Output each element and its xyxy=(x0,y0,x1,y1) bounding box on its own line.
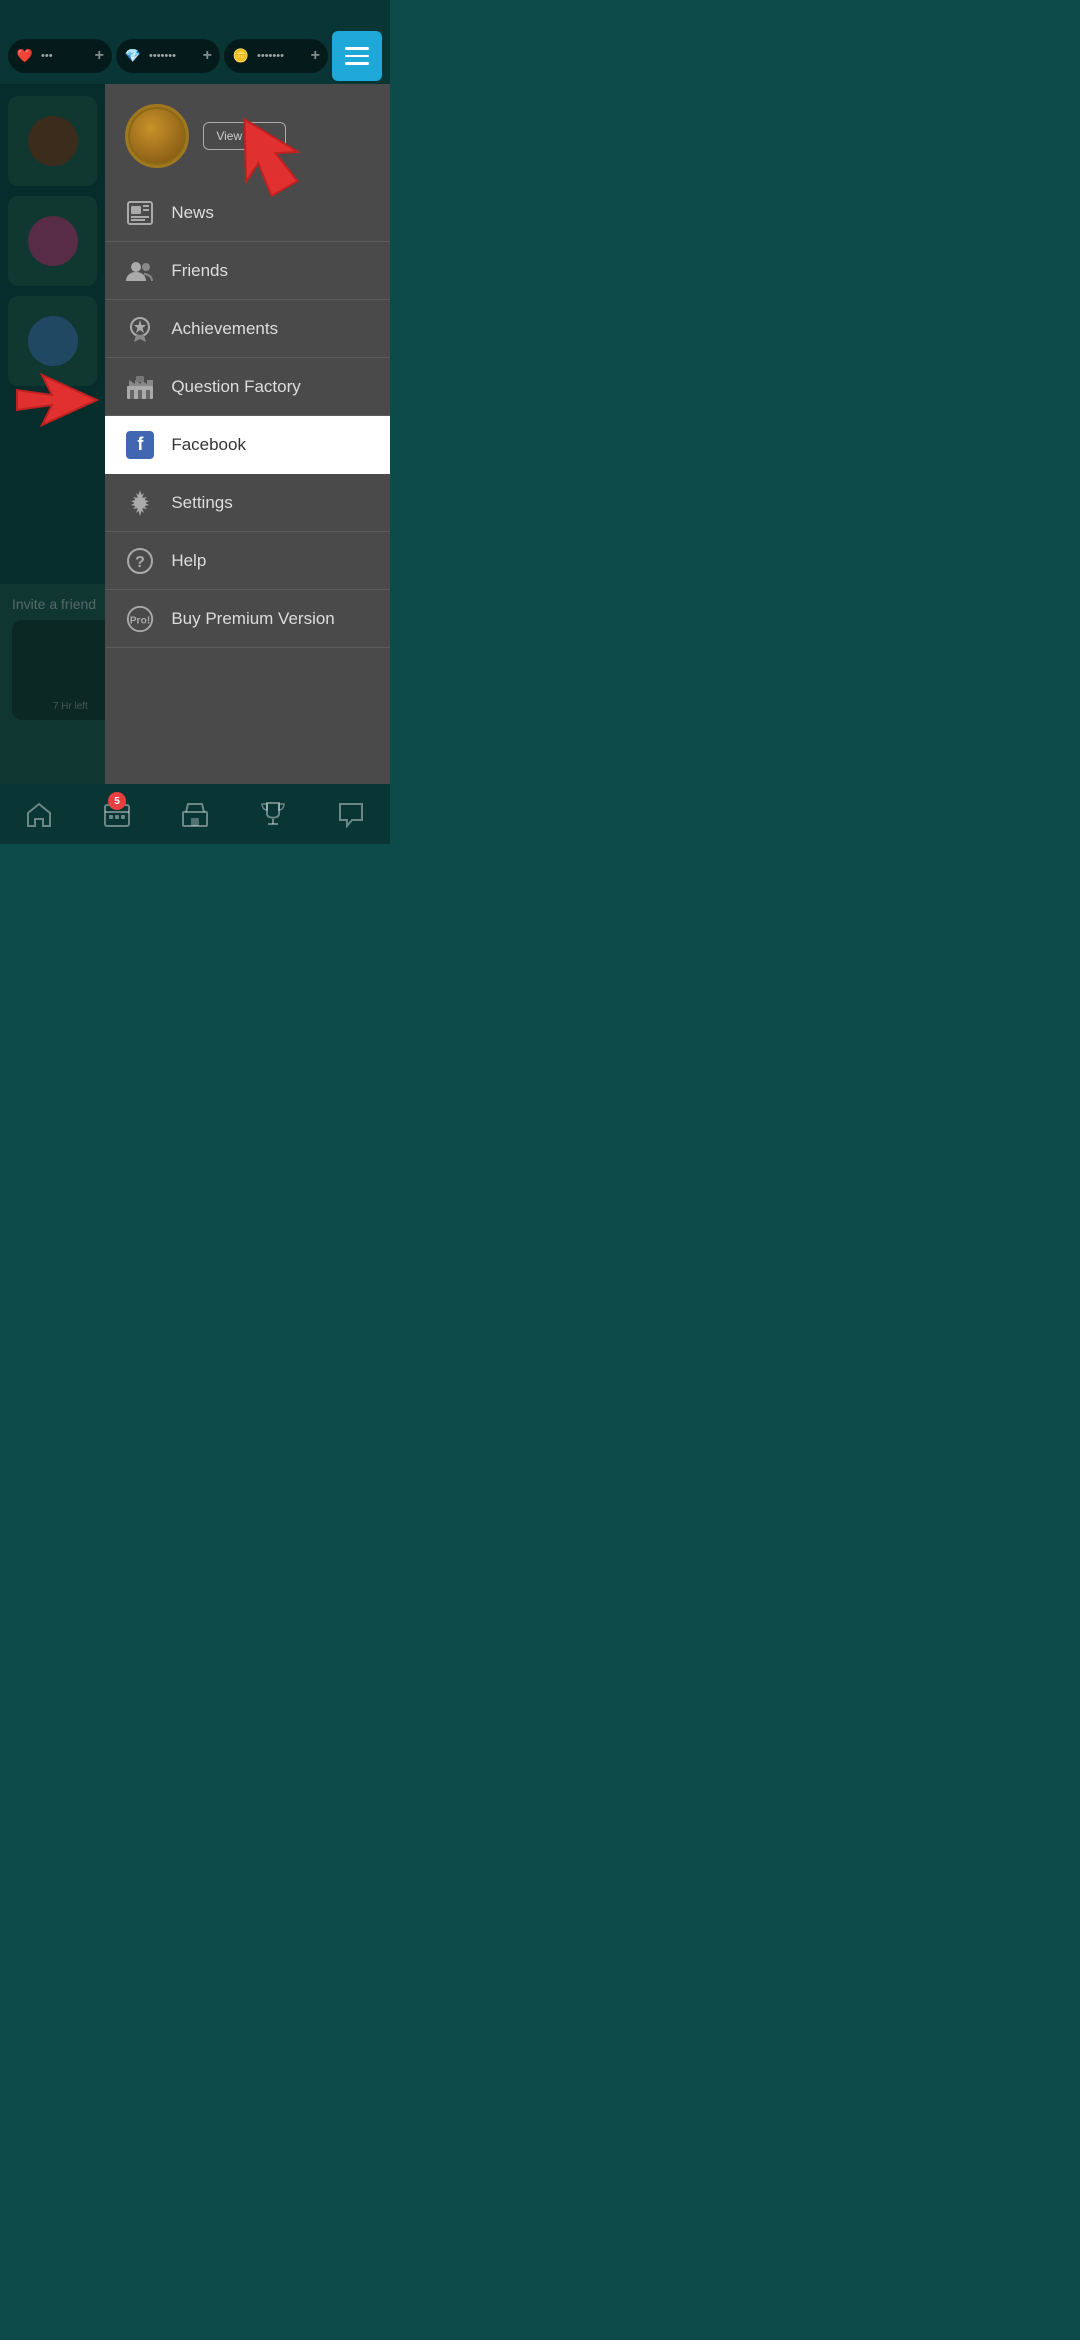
calendar-badge: 5 xyxy=(108,792,126,810)
gems-stat: 💎 ••••••• + xyxy=(116,39,220,73)
coins-stat: 🪙 ••••••• + xyxy=(224,39,328,73)
menu-item-question-factory[interactable]: Question Factory xyxy=(105,358,390,416)
friends-icon xyxy=(125,256,155,286)
gems-add[interactable]: + xyxy=(203,47,212,65)
gems-value: ••••••• xyxy=(149,50,196,62)
help-icon: ? xyxy=(125,546,155,576)
hearts-icon: ❤️ xyxy=(14,45,36,67)
factory-icon xyxy=(125,372,155,402)
bg-circle-1 xyxy=(28,116,78,166)
svg-text:?: ? xyxy=(135,554,145,571)
nav-item-calendar[interactable]: 5 xyxy=(78,784,156,844)
coins-add[interactable]: + xyxy=(311,47,320,65)
bottom-navigation: 5 xyxy=(0,784,390,844)
achievements-label: Achievements xyxy=(171,319,278,339)
friends-label: Friends xyxy=(171,261,228,281)
gems-icon: 💎 xyxy=(122,45,144,67)
settings-icon xyxy=(125,488,155,518)
nav-item-chat[interactable] xyxy=(312,784,390,844)
avatar xyxy=(125,104,189,168)
hearts-value: ••• xyxy=(41,50,88,62)
chat-icon xyxy=(337,800,365,828)
bg-circle-2 xyxy=(28,216,78,266)
status-bar xyxy=(0,0,390,28)
buy-premium-label: Buy Premium Version xyxy=(171,609,334,629)
facebook-icon: f xyxy=(125,430,155,460)
trophy-icon xyxy=(259,800,287,828)
help-label: Help xyxy=(171,551,206,571)
header: ❤️ ••• + 💎 ••••••• + 🪙 ••••••• + xyxy=(0,28,390,84)
home-icon xyxy=(25,800,53,828)
nav-item-home[interactable] xyxy=(0,784,78,844)
menu-item-friends[interactable]: Friends xyxy=(105,242,390,300)
news-icon xyxy=(125,198,155,228)
menu-line-1 xyxy=(345,47,369,50)
coins-value: ••••••• xyxy=(257,50,304,62)
facebook-label: Facebook xyxy=(171,435,246,455)
menu-item-settings[interactable]: Settings xyxy=(105,474,390,532)
hearts-add[interactable]: + xyxy=(95,47,104,65)
nav-item-store[interactable] xyxy=(156,784,234,844)
coins-icon: 🪙 xyxy=(230,45,252,67)
settings-label: Settings xyxy=(171,493,232,513)
menu-item-achievements[interactable]: Achievements xyxy=(105,300,390,358)
store-icon xyxy=(181,800,209,828)
menu-item-facebook[interactable]: f Facebook xyxy=(105,416,390,474)
hamburger-menu-button[interactable] xyxy=(332,31,382,81)
bg-card-1 xyxy=(8,96,97,186)
bg-circle-3 xyxy=(28,316,78,366)
menu-line-3 xyxy=(345,62,369,65)
menu-line-2 xyxy=(345,55,369,58)
menu-item-buy-premium[interactable]: Pro! Buy Premium Version xyxy=(105,590,390,648)
achievements-icon xyxy=(125,314,155,344)
arrow-right-indicator xyxy=(12,370,102,443)
hearts-stat: ❤️ ••• + xyxy=(8,39,112,73)
nav-item-trophy[interactable] xyxy=(234,784,312,844)
avatar-inner xyxy=(130,109,184,163)
premium-icon: Pro! xyxy=(125,604,155,634)
bg-card-2 xyxy=(8,196,97,286)
svg-text:Pro!: Pro! xyxy=(130,615,151,626)
news-label: News xyxy=(171,203,214,223)
menu-item-help[interactable]: ? Help xyxy=(105,532,390,590)
menu-items-list: News Friends Achievements xyxy=(105,184,390,784)
question-factory-label: Question Factory xyxy=(171,377,300,397)
